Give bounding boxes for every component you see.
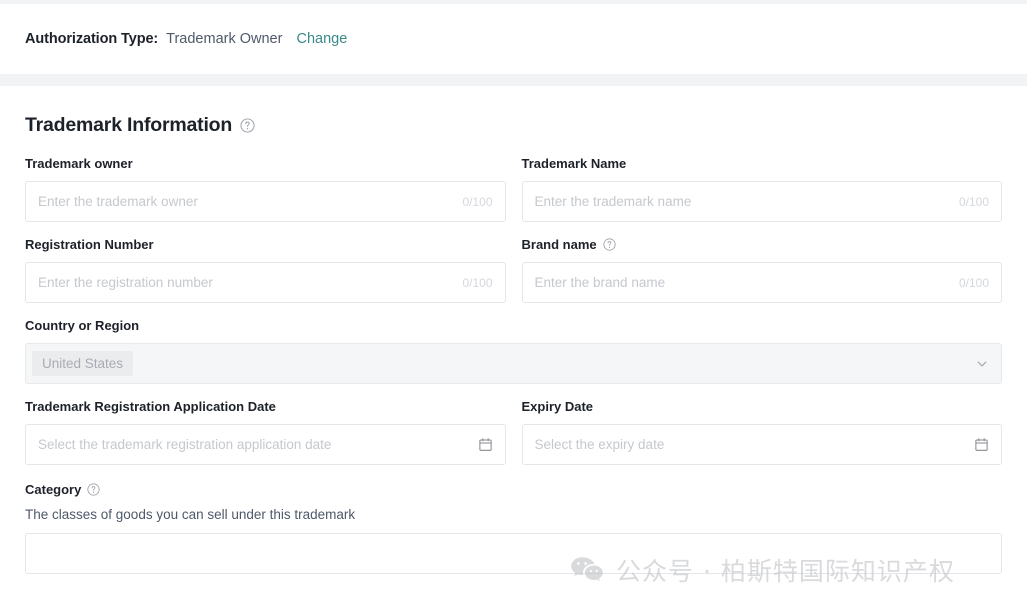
country-or-region-label: Country or Region (25, 318, 140, 333)
application-date-placeholder: Select the trademark registration applic… (38, 437, 332, 452)
form-row-2: Registration Number Enter the registrati… (25, 236, 1002, 303)
country-or-region-select[interactable]: United States (25, 343, 1002, 384)
calendar-icon[interactable] (478, 437, 493, 452)
authorization-type-label: Authorization Type: (25, 31, 159, 47)
application-date-input[interactable]: Select the trademark registration applic… (25, 424, 506, 465)
trademark-name-label: Trademark Name (521, 156, 627, 171)
trademark-owner-counter: 0/100 (462, 194, 493, 209)
field-trademark-owner: Trademark owner Enter the trademark owne… (25, 155, 506, 222)
registration-number-label: Registration Number (25, 237, 154, 252)
expiry-date-placeholder: Select the expiry date (534, 437, 665, 452)
field-brand-name: Brand name Enter the brand name 0/100 (521, 236, 1003, 303)
trademark-owner-input[interactable]: Enter the trademark owner 0/100 (25, 181, 506, 222)
expiry-date-input[interactable]: Select the expiry date (521, 424, 1002, 465)
brand-name-label: Brand name (522, 236, 1003, 253)
country-or-region-selected-chip: United States (32, 351, 134, 376)
registration-number-placeholder: Enter the registration number (38, 275, 213, 290)
trademark-information-card: Trademark Information Trademark owner En… (0, 86, 1027, 615)
registration-number-input[interactable]: Enter the registration number 0/100 (25, 262, 506, 303)
trademark-name-input[interactable]: Enter the trademark name 0/100 (521, 181, 1002, 222)
form-row-3: Country or Region United States (25, 317, 1002, 384)
field-trademark-name: Trademark Name Enter the trademark name … (521, 155, 1002, 222)
registration-number-counter: 0/100 (462, 275, 493, 290)
question-circle-icon[interactable] (87, 483, 100, 496)
section-divider (0, 74, 1027, 86)
page-title: Trademark Information (25, 114, 233, 136)
field-application-date: Trademark Registration Application Date … (25, 398, 506, 465)
category-input[interactable] (25, 533, 1002, 574)
application-date-label: Trademark Registration Application Date (25, 399, 276, 414)
category-label: Category (25, 481, 1002, 498)
question-circle-icon[interactable] (240, 118, 255, 133)
brand-name-placeholder: Enter the brand name (534, 275, 666, 290)
section-header: Trademark Information (25, 86, 1002, 141)
calendar-icon[interactable] (974, 437, 989, 452)
change-authorization-type-link[interactable]: Change (296, 31, 347, 47)
form-row-4: Trademark Registration Application Date … (25, 398, 1002, 465)
trademark-owner-label: Trademark owner (25, 156, 133, 171)
authorization-type-value: Trademark Owner (166, 31, 283, 47)
question-circle-icon[interactable] (603, 238, 616, 251)
trademark-name-placeholder: Enter the trademark name (534, 194, 692, 209)
trademark-owner-placeholder: Enter the trademark owner (38, 194, 198, 209)
page-root: Authorization Type: Trademark Owner Chan… (0, 0, 1027, 615)
form-row-1: Trademark owner Enter the trademark owne… (25, 155, 1002, 222)
field-registration-number: Registration Number Enter the registrati… (25, 236, 506, 303)
chevron-down-icon[interactable] (975, 357, 989, 371)
field-country-or-region: Country or Region United States (25, 317, 1002, 384)
category-description: The classes of goods you can sell under … (25, 507, 356, 522)
authorization-type-bar: Authorization Type: Trademark Owner Chan… (0, 4, 1027, 74)
expiry-date-label: Expiry Date (521, 399, 594, 414)
brand-name-label-text: Brand name (521, 237, 597, 252)
brand-name-counter: 0/100 (958, 275, 989, 290)
category-label-text: Category (25, 482, 82, 497)
field-expiry-date: Expiry Date Select the expiry date (521, 398, 1002, 465)
field-category: Category The classes of goods you can se… (25, 481, 1002, 574)
brand-name-input[interactable]: Enter the brand name 0/100 (521, 262, 1002, 303)
trademark-name-counter: 0/100 (958, 194, 989, 209)
